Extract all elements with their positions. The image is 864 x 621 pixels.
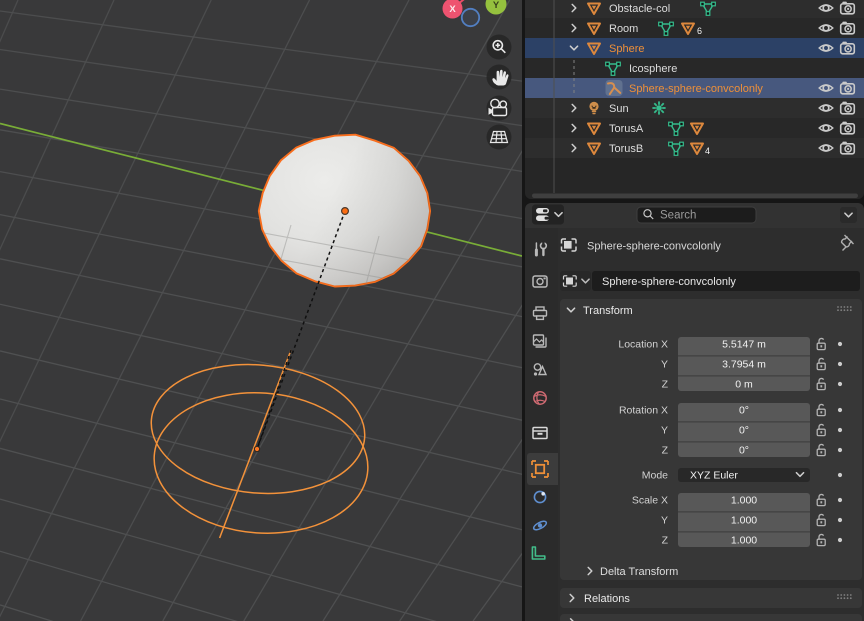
svg-text:1.000: 1.000 [731,535,757,547]
svg-text:Y: Y [661,359,668,371]
svg-text:Search: Search [660,210,696,222]
svg-text:TorusA: TorusA [609,123,644,135]
svg-text:Mode: Mode [642,470,668,482]
svg-text:TorusB: TorusB [609,143,643,155]
svg-text:4: 4 [705,146,710,156]
svg-text:Sphere: Sphere [609,43,644,55]
svg-text:Rotation X: Rotation X [619,405,668,417]
svg-text:Transform: Transform [583,305,633,317]
svg-text:Relations: Relations [584,593,630,605]
svg-text:Icosphere: Icosphere [629,63,677,75]
svg-text:Scale X: Scale X [632,495,668,507]
svg-text:Y: Y [661,515,668,527]
svg-text:0 m: 0 m [735,379,753,391]
svg-text:Sphere-sphere-convcolonly: Sphere-sphere-convcolonly [602,276,736,288]
svg-text:Y: Y [493,0,500,11]
svg-text:1.000: 1.000 [731,515,757,527]
svg-text:5.5147 m: 5.5147 m [722,339,766,351]
svg-text:Z: Z [662,445,669,457]
svg-text:0°: 0° [739,445,749,457]
svg-text:Sun: Sun [609,103,629,115]
svg-text:Y: Y [661,425,668,437]
svg-text:Delta Transform: Delta Transform [600,566,678,578]
svg-text:0°: 0° [739,425,749,437]
svg-text:0°: 0° [739,405,749,417]
svg-text:Obstacle-col: Obstacle-col [609,3,670,15]
svg-text:XYZ Euler: XYZ Euler [690,470,738,482]
svg-text:Room: Room [609,23,638,35]
svg-text:1.000: 1.000 [731,495,757,507]
svg-text:Z: Z [662,535,669,547]
svg-text:3.7954 m: 3.7954 m [722,359,766,371]
svg-text:Z: Z [662,379,669,391]
svg-text:Location X: Location X [618,339,668,351]
svg-text:X: X [449,4,456,15]
svg-text:Sphere-sphere-convcolonly: Sphere-sphere-convcolonly [587,241,721,253]
svg-text:6: 6 [697,26,702,36]
svg-text:Sphere-sphere-convcolonly: Sphere-sphere-convcolonly [629,83,763,95]
